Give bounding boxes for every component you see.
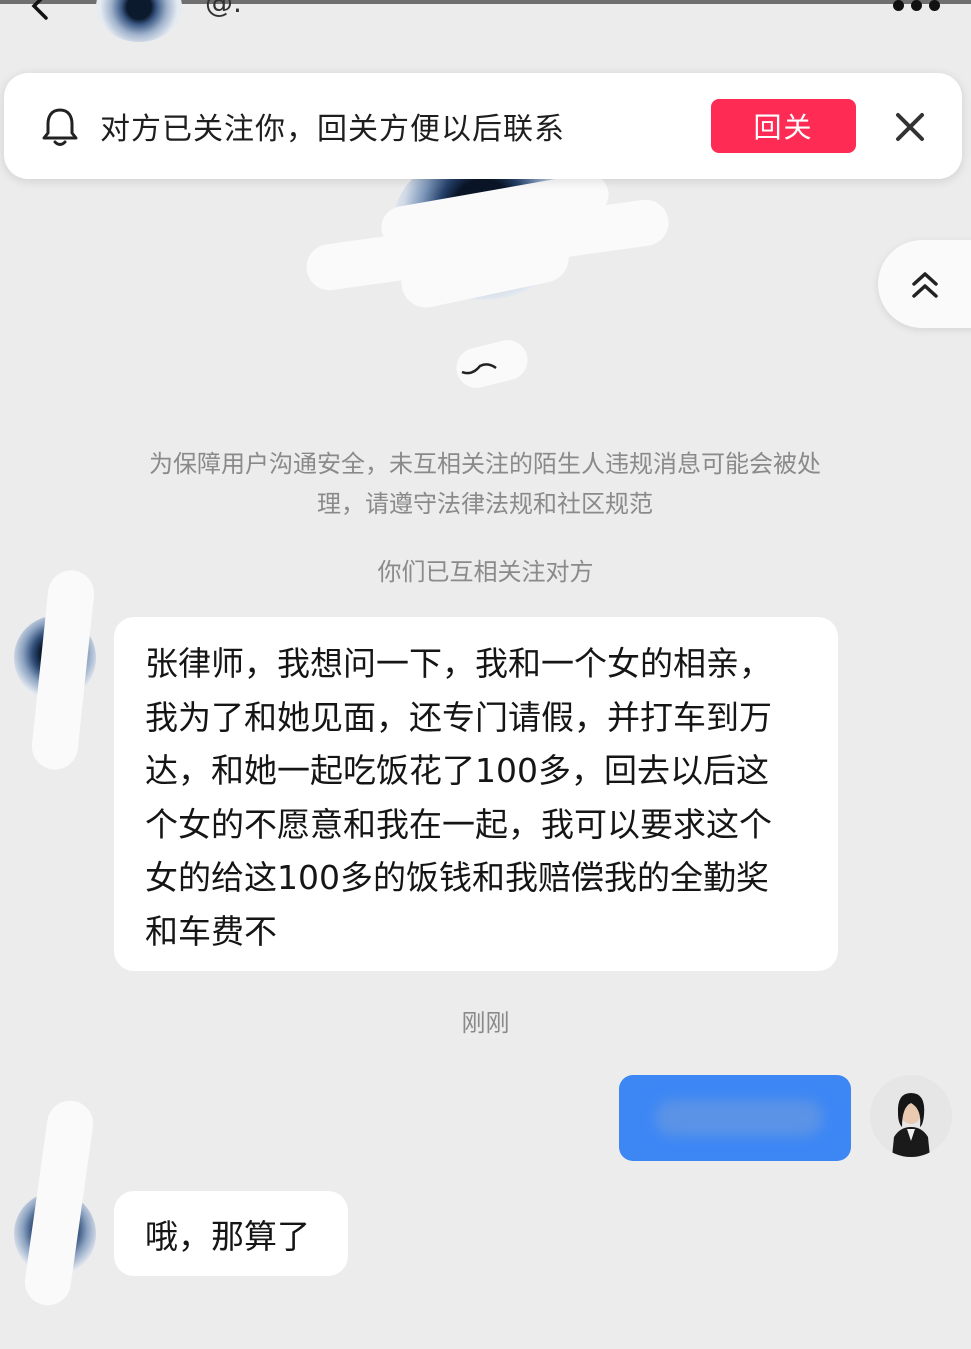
peer-message-bubble: 哦，那算了	[114, 1191, 348, 1276]
close-icon[interactable]	[892, 109, 928, 145]
message-timestamp: 刚刚	[461, 1009, 510, 1037]
message-line: 达，和她一起吃饭花了100多，回去以后这	[145, 751, 769, 790]
bell-icon	[42, 108, 78, 146]
message-line: 女的给这100多的饭钱和我赔偿我的全勤奖	[145, 858, 769, 897]
message-text: 哦，那算了	[145, 1216, 310, 1256]
back-arrow-icon[interactable]	[22, 0, 52, 22]
safety-notice-line: 为保障用户沟通安全，未互相关注的陌生人违规消息可能会被处	[149, 450, 821, 478]
profile-name-redacted	[452, 335, 536, 396]
safety-notice: 为保障用户沟通安全，未互相关注的陌生人违规消息可能会被处 理，请遵守法律法规和社…	[100, 444, 870, 524]
lawyer-portrait-icon	[870, 1075, 952, 1157]
header-avatar[interactable]	[96, 0, 182, 42]
header-handle: @.	[205, 0, 242, 19]
double-chevron-up-icon	[912, 272, 938, 298]
peer-message-bubble: 张律师，我想问一下，我和一个女的相亲， 我为了和她见面，还专门请假，并打车到万 …	[114, 617, 838, 971]
message-line: 个女的不愿意和我在一起，我可以要求这个	[145, 804, 772, 844]
follow-back-button[interactable]: 回关	[711, 99, 856, 153]
mutual-follow-notice: 你们已互相关注对方	[377, 558, 594, 586]
follow-banner-text: 对方已关注你，回关方便以后联系	[100, 112, 565, 147]
blurred-message-content	[655, 1100, 823, 1136]
message-line: 我为了和她见面，还专门请假，并打车到万	[145, 697, 772, 737]
safety-notice-line: 理，请遵守法律法规和社区规范	[317, 490, 653, 518]
message-line: 和车费不	[145, 911, 277, 951]
my-avatar[interactable]	[870, 1075, 952, 1157]
more-options-icon[interactable]	[893, 0, 941, 12]
message-line: 张律师，我想问一下，我和一个女的相亲，	[145, 644, 772, 683]
